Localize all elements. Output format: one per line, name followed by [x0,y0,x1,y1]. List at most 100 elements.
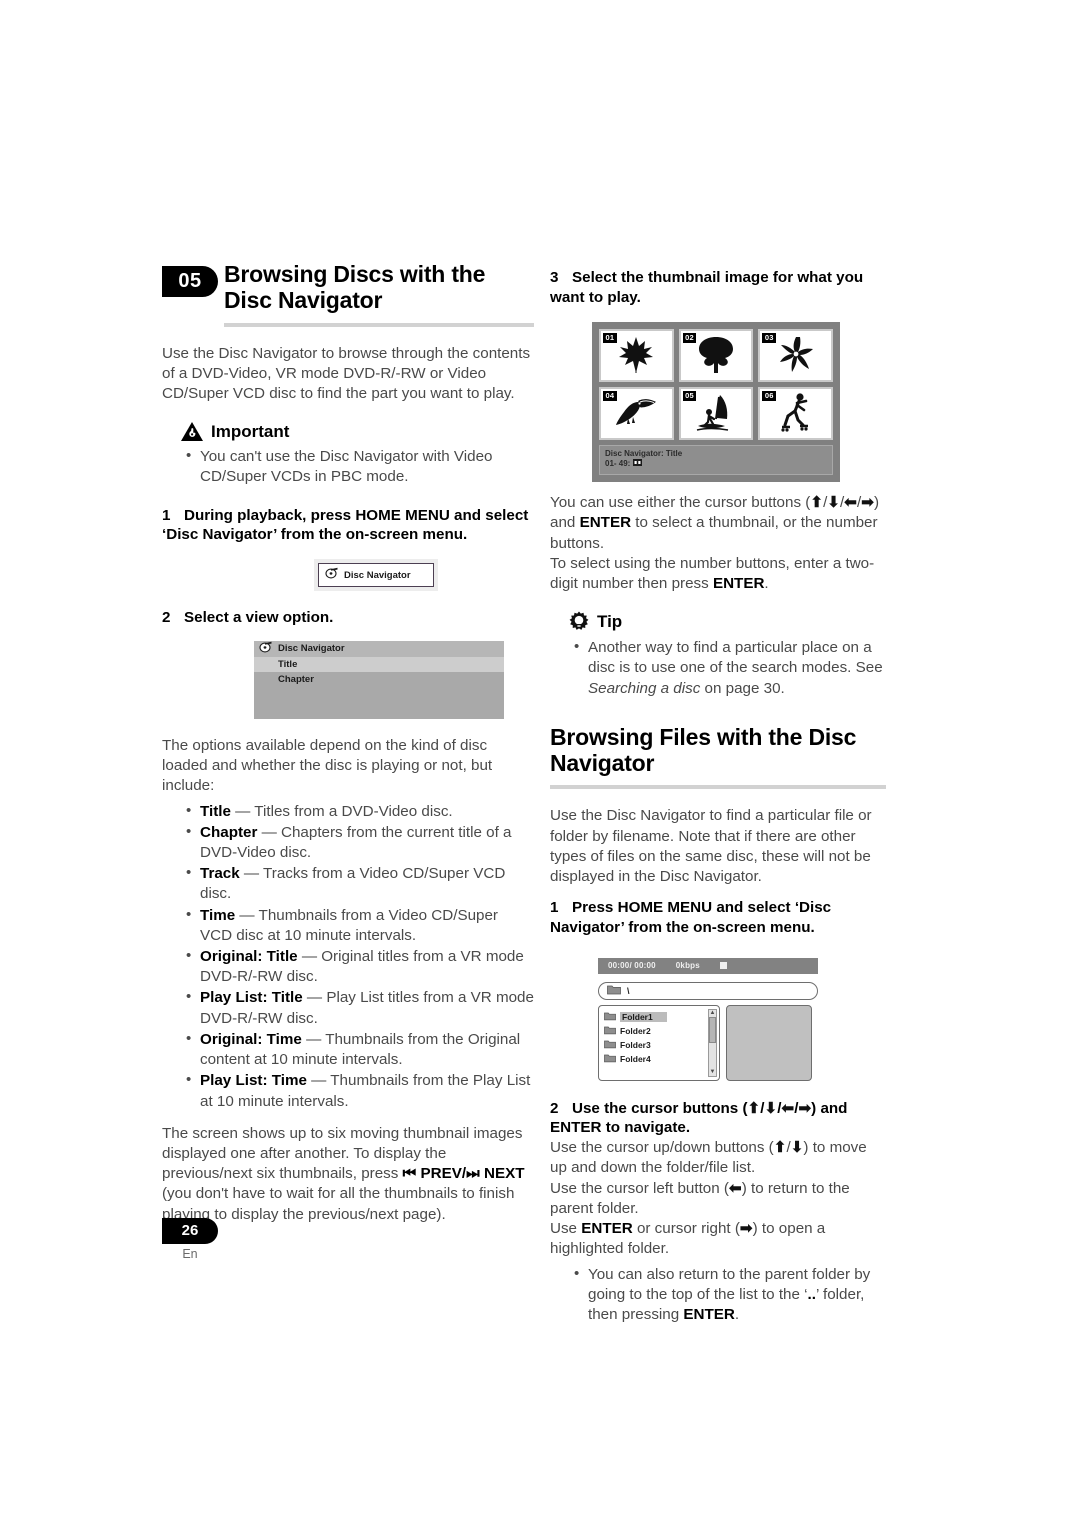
section-intro-text: Use the Disc Navigator to find a particu… [550,807,872,885]
cursor-up-icon: ⬆ [773,1139,787,1157]
nav-text-3b: or cursor right ( [632,1220,740,1238]
tip-text-a: Another way to find a particular place o… [588,639,883,677]
cross-reference-title: Searching a disc [588,679,701,697]
folder-list-scrollbar[interactable]: ▲ ▼ [708,1008,717,1077]
navigate-updown-paragraph: Use the cursor up/down buttons (⬆/⬇) to … [550,1139,867,1177]
list-item: Play List: Title — Play List titles from… [182,987,534,1028]
list-item[interactable]: Folder4 [599,1052,719,1066]
osd-menu-item-title[interactable]: Title [254,656,504,672]
osd-disc-navigator-button-label: Disc Navigator [344,569,411,581]
list-item: Play List: Time — Thumbnails from the Pl… [182,1070,534,1111]
tree-icon [694,335,738,375]
option-term: Original: Title [200,948,298,966]
file-preview-pane [726,1004,812,1081]
step-1-heading: 1 During playback, press HOME MENU and se… [162,506,534,546]
warning-triangle-icon [180,421,204,442]
important-notice-header: Important [180,421,534,442]
cursor-left-icon: ⬅ [781,1099,795,1117]
cursor-right-icon: ➡ [798,1099,812,1117]
option-desc: — Thumbnails from a Video CD/Super VCD d… [200,906,498,944]
page-number-badge: 26 [162,1218,218,1244]
section-heading: Browsing Files with the Disc Navigator [550,724,886,790]
disc-navigator-icon [325,566,339,584]
thumbnail-cell-05[interactable]: 05 [678,386,754,440]
thumbnail-cell-01[interactable]: 01 [599,328,674,382]
scrollbar-thumb[interactable] [709,1016,716,1043]
cursor-text-a: You can use either the cursor buttons ( [550,494,811,512]
enter-key-reference: ENTER [579,514,632,532]
list-item: You can also return to the parent folder… [570,1264,886,1326]
osd-disc-navigator-button-frame: Disc Navigator [314,559,438,592]
cursor-down-icon: ⬇ [764,1099,778,1117]
left-column: 05 Browsing Discs with the Disc Navigato… [162,261,534,1225]
chapter-intro-text: Use the Disc Navigator to browse through… [162,344,531,402]
thumbnail-cell-04[interactable]: 04 [599,386,674,440]
option-term: Chapter [200,823,258,841]
option-desc: — Tracks from a Video CD/Super VCD disc. [200,865,506,903]
view-options-list: Title — Titles from a DVD-Video disc. Ch… [182,800,534,1112]
lightbulb-icon [568,611,590,633]
inline-skater-icon [778,392,814,434]
tip-bullet-list: Another way to find a particular place o… [570,637,886,699]
heading-rule [224,322,534,327]
step-2-text: Select a view option. [184,609,334,627]
folder-name: Folder2 [620,1025,651,1036]
parent-folder-reference: .. [807,1285,816,1303]
cursor-instruction-paragraph: You can use either the cursor buttons (⬆… [550,494,880,552]
list-item[interactable]: Folder3 [599,1038,719,1052]
option-term: Track [200,865,240,883]
osd-status-time: 01- 49: [605,459,631,469]
list-item[interactable]: Folder2 [599,1024,719,1038]
navigate-open-paragraph: Use ENTER or cursor right (➡) to open a … [550,1219,886,1259]
osd-thumbnail-panel: 01 02 03 04 05 06 Disc Navigator: Title … [592,321,840,483]
playback-time: 00:00/ 00:00 [608,961,656,971]
navigate-bullet-list: You can also return to the parent folder… [570,1264,886,1326]
toucan-icon [613,396,659,430]
folder-name: Folder1 [620,1011,667,1022]
nav-text-3a: Use [550,1220,582,1238]
tip-text-b: on page 30. [700,679,785,697]
files-step-1-text: Press HOME MENU and select ‘Disc Navigat… [550,899,832,936]
closing-paragraph: The screen shows up to six moving thumbn… [162,1124,534,1225]
manual-page: 05 Browsing Discs with the Disc Navigato… [0,0,1080,1527]
step-2-number: 2 [162,609,171,627]
scroll-down-arrow-icon[interactable]: ▼ [709,1069,716,1076]
important-bullet-list: You can't use the Disc Navigator with Vi… [182,446,534,487]
cursor-up-icon: ⬆ [810,494,824,512]
nav-bullet-text-c: . [734,1305,740,1323]
step-3-text: Select the thumbnail image for what you … [550,269,864,306]
windsurfer-icon [695,393,737,433]
files-step-2-text-a: Use the cursor buttons ( [572,1099,748,1117]
files-step-2-number: 2 [550,1099,559,1117]
thumbnail-number: 05 [682,390,697,401]
list-item[interactable]: Folder1 [599,1010,719,1024]
osd-file-browser: 00:00/ 00:00 0kbps \ Folder1 Folder2 Fol… [592,951,824,1088]
folder-list[interactable]: Folder1 Folder2 Folder3 Folder4 ▲ ▼ [598,1004,720,1081]
option-desc: — Titles from a DVD-Video disc. [230,802,453,820]
thumbnail-number: 02 [682,332,697,343]
skip-next-icon: ⏭ [466,1165,480,1183]
number-button-paragraph: To select using the number buttons, ente… [550,554,886,594]
thumbnail-cell-06[interactable]: 06 [758,386,833,440]
cursor-up-icon: ⬆ [747,1099,761,1117]
osd-disc-navigator-button[interactable]: Disc Navigator [318,563,434,588]
tip-notice-header: Tip [568,611,886,633]
folder-icon [604,1053,616,1065]
thumbnail-number: 04 [603,390,617,401]
thumbnail-cell-03[interactable]: 03 [758,328,833,382]
list-item: You can't use the Disc Navigator with Vi… [182,446,534,487]
folder-icon [607,982,621,1000]
important-label: Important [211,421,290,441]
osd-menu-header-label: Disc Navigator [278,643,345,655]
stop-icon [719,962,727,970]
option-term: Play List: Time [200,1072,307,1090]
file-path-bar[interactable]: \ [598,981,818,1000]
folder-name: Folder4 [620,1053,651,1064]
scroll-up-arrow-icon[interactable]: ▲ [709,1010,716,1017]
osd-menu-item-chapter[interactable]: Chapter [254,672,504,687]
nav-text-1a: Use the cursor up/down buttons ( [550,1139,774,1157]
step-2-heading: 2 Select a view option. [162,608,534,628]
option-term: Title [200,802,231,820]
navigate-left-paragraph: Use the cursor left button (⬅) to return… [550,1179,886,1219]
thumbnail-cell-02[interactable]: 02 [678,328,754,382]
